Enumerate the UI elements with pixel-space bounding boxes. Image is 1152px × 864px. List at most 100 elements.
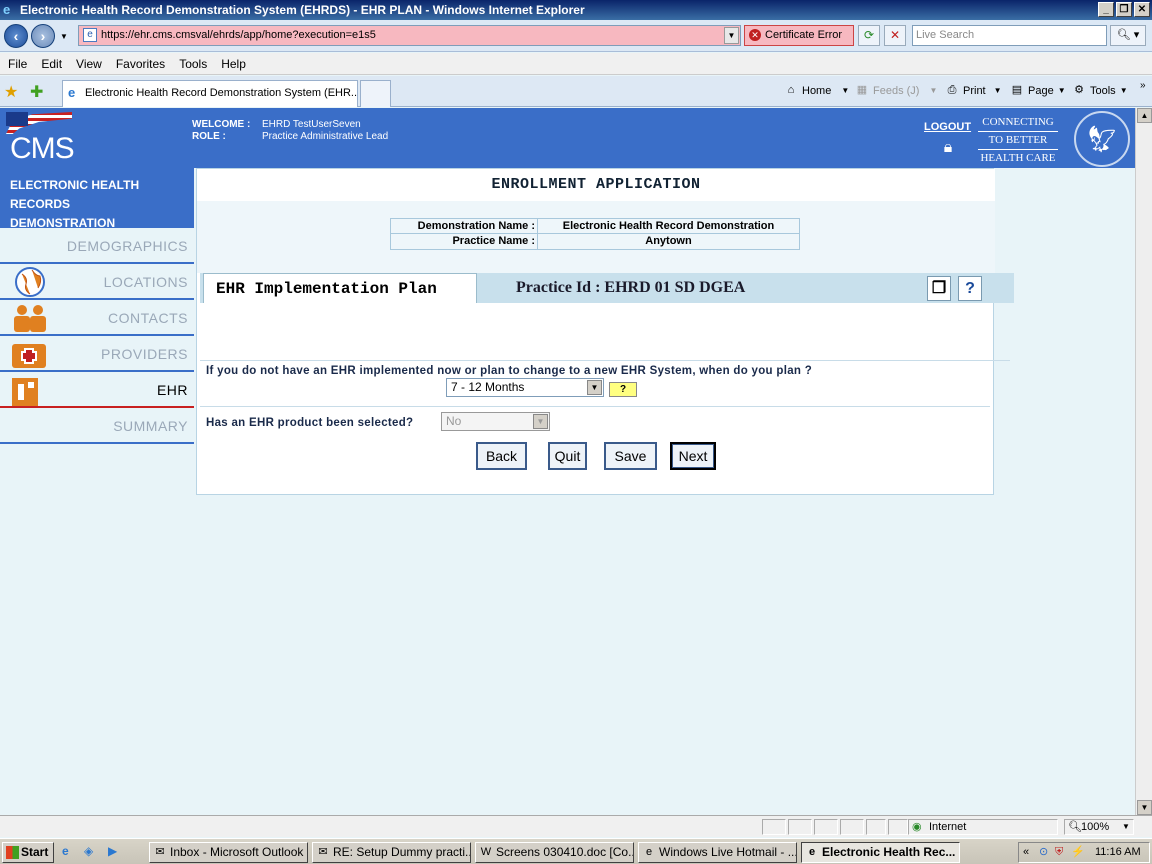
page-title: ENROLLMENT APPLICATION [197, 169, 995, 201]
sidebar-item-summary[interactable]: SUMMARY [0, 408, 194, 444]
certificate-error-button[interactable]: ✕ Certificate Error [744, 25, 854, 46]
tagline: CONNECTING TO BETTER HEALTH CARE [978, 114, 1058, 167]
demonstration-table: Demonstration Name : Electronic Health R… [390, 218, 800, 250]
copy-icon[interactable]: ❐ [927, 276, 951, 301]
sidebar-item-label: DEMOGRAPHICS [66, 238, 188, 254]
logout-link[interactable]: LOGOUT [924, 121, 971, 133]
chevron-more-icon[interactable]: » [1140, 80, 1146, 91]
stop-icon[interactable]: ✕ [884, 25, 906, 46]
refresh-icon[interactable]: ⟳ [858, 25, 880, 46]
sidebar-item-label: LOCATIONS [103, 274, 188, 290]
feeds-button[interactable]: ▦ Feeds (J) ▼ [855, 84, 938, 97]
home-button[interactable]: ⌂ Home ▼ [784, 84, 850, 97]
url-text: https://ehr.cms.cmsval/ehrds/app/home?ex… [101, 29, 376, 41]
scroll-down-icon[interactable]: ▼ [1137, 800, 1152, 815]
address-dropdown-icon[interactable]: ▼ [724, 27, 739, 44]
back-arrow-icon[interactable]: ‹ [4, 24, 28, 48]
window-title-bar: e Electronic Health Record Demonstration… [0, 0, 1152, 20]
print-button[interactable]: ⎙ Print ▼ [945, 84, 1002, 97]
menu-file[interactable]: File [8, 57, 27, 71]
taskbar-item-email[interactable]: ✉ RE: Setup Dummy practi... [312, 842, 471, 863]
sidebar-item-label: PROVIDERS [101, 346, 188, 362]
sidebar-item-providers[interactable]: PROVIDERS [0, 336, 194, 372]
tab-ehr-implementation-plan[interactable]: EHR Implementation Plan [203, 273, 477, 303]
tab-row: ★ ✚ e Electronic Health Record Demonstra… [0, 76, 1152, 107]
sidebar-item-label: EHR [156, 382, 188, 398]
menu-edit[interactable]: Edit [41, 57, 62, 71]
save-button[interactable]: Save [604, 442, 657, 470]
ie-icon: e [645, 846, 653, 858]
minimize-button[interactable]: _ [1098, 2, 1114, 17]
next-button[interactable]: Next [670, 442, 716, 470]
sidebar-item-contacts[interactable]: CONTACTS [0, 300, 194, 336]
divider [200, 406, 990, 407]
ie-quicklaunch-icon-2[interactable]: ◈ [84, 844, 93, 858]
section-header: EHR Implementation Plan Practice Id : EH… [200, 273, 1014, 303]
menu-view[interactable]: View [76, 57, 102, 71]
ie-icon: e [3, 2, 11, 17]
product-selected-value: No [446, 414, 462, 428]
site-header: CMS WELCOME : EHRD TestUserSeven ROLE : Pr… [0, 108, 1135, 168]
cms-logo[interactable]: CMS [6, 112, 78, 165]
zoom-dropdown-icon[interactable]: ▼ [1122, 822, 1130, 831]
sidebar-item-locations[interactable]: LOCATIONS [0, 264, 194, 300]
tagline-line-1: CONNECTING [978, 114, 1058, 132]
ie-quicklaunch-icon[interactable]: e [62, 844, 69, 858]
taskbar-item-hotmail[interactable]: e Windows Live Hotmail - ... [638, 842, 797, 863]
taskbar-item-word[interactable]: W Screens 030410.doc [Co... [475, 842, 634, 863]
forward-arrow-icon[interactable]: › [31, 24, 55, 48]
vertical-scrollbar[interactable]: ▲ ▼ [1135, 108, 1152, 815]
connection-icon[interactable]: ⚡ [1071, 843, 1085, 862]
status-bar: ◉ Internet 🔍︎ 100% ▼ [0, 815, 1152, 837]
quit-button[interactable]: Quit [548, 442, 587, 470]
history-dropdown-icon[interactable]: ▼ [60, 32, 68, 41]
network-icon[interactable]: ⊙ [1039, 843, 1048, 862]
page-menu-icon: ▤ [1011, 84, 1023, 96]
tagline-line-3: HEALTH CARE [980, 152, 1056, 164]
gear-icon: ⚙ [1074, 84, 1084, 96]
browser-tab[interactable]: e Electronic Health Record Demonstration… [62, 80, 358, 107]
sidebar-item-demographics[interactable]: DEMOGRAPHICS [0, 228, 194, 264]
menu-help[interactable]: Help [221, 57, 246, 71]
menu-tools[interactable]: Tools [179, 57, 207, 71]
address-bar[interactable]: e https://ehr.cms.cmsval/ehrds/app/home?… [78, 25, 741, 46]
security-alert-icon[interactable]: ⛨ [1055, 843, 1063, 862]
home-icon: ⌂ [787, 84, 795, 96]
tray-expand-icon[interactable]: « [1023, 843, 1029, 862]
scroll-up-icon[interactable]: ▲ [1137, 108, 1152, 123]
media-player-icon[interactable]: ▶ [108, 844, 117, 858]
close-button[interactable]: ✕ [1134, 2, 1150, 17]
chevron-down-icon[interactable]: ▼ [587, 380, 602, 395]
ehr-record-icon [12, 378, 38, 406]
search-input[interactable]: Live Search [912, 25, 1107, 46]
plan-timeframe-help-button[interactable]: ? [609, 382, 637, 397]
plan-timeframe-select[interactable]: 7 - 12 Months ▼ [446, 378, 604, 397]
page-button[interactable]: ▤ Page ▼ [1010, 84, 1066, 97]
windows-logo-icon [6, 846, 19, 859]
chevron-down-icon[interactable]: ▼ [533, 414, 548, 429]
window-title: Electronic Health Record Demonstration S… [20, 3, 585, 17]
taskbar-item-ehr[interactable]: e Electronic Health Rec... [801, 842, 960, 863]
taskbar-item-outlook[interactable]: ✉ Inbox - Microsoft Outlook [149, 842, 308, 863]
certificate-error-label: Certificate Error [765, 29, 843, 41]
tools-button[interactable]: ⚙ Tools ▼ [1072, 84, 1128, 97]
help-icon[interactable]: ? [958, 276, 982, 301]
new-tab-button[interactable] [360, 80, 391, 107]
search-button[interactable]: 🔍︎ ▾ [1110, 25, 1146, 46]
sidebar-item-ehr[interactable]: EHR [0, 372, 194, 408]
user-info: WELCOME : EHRD TestUserSeven ROLE : Practi… [192, 119, 388, 143]
sidebar-item-label: CONTACTS [108, 310, 188, 326]
clock[interactable]: 11:16 AM [1095, 843, 1141, 862]
lock-icon: 🔒︎ [943, 139, 953, 156]
favorites-star-icon[interactable]: ★ [4, 82, 18, 102]
add-favorites-icon[interactable]: ✚ [30, 82, 43, 102]
role-label: ROLE : [192, 131, 226, 142]
main-panel: ENROLLMENT APPLICATION Demonstration Nam… [196, 168, 1014, 495]
back-button[interactable]: Back [476, 442, 527, 470]
menu-favorites[interactable]: Favorites [116, 57, 165, 71]
start-button[interactable]: Start [2, 842, 54, 863]
product-selected-select[interactable]: No ▼ [441, 412, 550, 431]
restore-button[interactable]: ❐ [1116, 2, 1132, 17]
practice-name-label: Practice Name : [391, 234, 538, 249]
people-icon [14, 305, 46, 332]
